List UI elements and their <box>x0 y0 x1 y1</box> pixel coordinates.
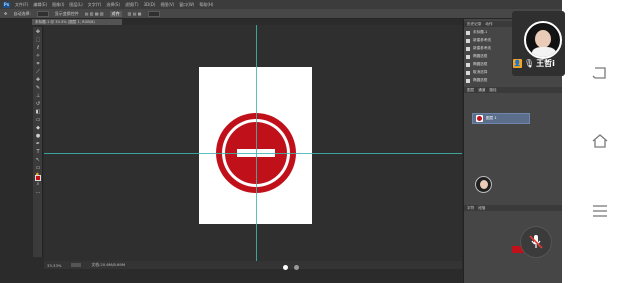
menu-icon[interactable] <box>582 196 618 226</box>
history-brush-icon[interactable]: ↺ <box>34 101 42 108</box>
host-name: 王哲i <box>536 58 555 68</box>
distribute-icons[interactable]: ▥ ▤ ▦ <box>128 11 142 16</box>
zoom-level[interactable]: 33.33% <box>47 263 61 268</box>
history-thumb <box>466 46 470 51</box>
history-thumb <box>466 70 470 75</box>
menu-select[interactable]: 选择(S) <box>106 0 120 9</box>
menu-filter[interactable]: 滤镜(T) <box>125 0 139 9</box>
host-avatar[interactable] <box>524 21 562 59</box>
pen-tool-icon[interactable]: ✒ <box>34 141 42 148</box>
lasso-tool-icon[interactable]: ℓ <box>34 45 42 52</box>
options-bar: ✥ 自动选择: 显示变换控件 ▤ ▥ ▦ ▧ 对齐 ▥ ▤ ▦ <box>0 9 562 19</box>
gradient-tool-icon[interactable]: ▭ <box>34 117 42 124</box>
menu-3d[interactable]: 3D(D) <box>144 0 156 9</box>
host-info-bar: 👤 🎙 王哲i <box>513 57 563 69</box>
auto-select-dropdown[interactable] <box>36 10 49 17</box>
history-thumb <box>466 54 470 59</box>
menu-bar: Ps 文件(F) 编辑(E) 图像(I) 图层(L) 文字(Y) 选择(S) 滤… <box>0 0 562 9</box>
properties-panel-tabs: 字符 段落 <box>464 205 562 211</box>
history-item-label: 椭圆选框 <box>473 62 488 66</box>
tab-channels[interactable]: 通道 <box>478 87 485 93</box>
history-item-label: 未标题-1 <box>473 30 488 34</box>
microphone-muted-icon <box>529 235 543 249</box>
menu-help[interactable]: 帮助(H) <box>199 0 213 9</box>
history-item[interactable]: 椭圆选框 <box>466 77 522 84</box>
horizontal-guide[interactable] <box>44 153 462 154</box>
dodge-tool-icon[interactable]: ● <box>34 133 42 140</box>
left-empty-strip <box>0 19 33 283</box>
document-info: 文档:20.6M/8.69M <box>91 262 126 267</box>
selected-option[interactable]: 对齐 <box>109 10 122 17</box>
menu-layer[interactable]: 图层(L) <box>69 0 82 9</box>
eraser-tool-icon[interactable]: ◧ <box>34 109 42 116</box>
eyedropper-icon[interactable]: ⟋ <box>34 69 42 76</box>
menu-view[interactable]: 视图(V) <box>160 0 174 9</box>
menu-image[interactable]: 图像(I) <box>52 0 64 9</box>
tab-character[interactable]: 字符 <box>467 205 474 211</box>
layer-name: 图层 1 <box>486 116 497 120</box>
photoshop-window: Ps 文件(F) 编辑(E) 图像(I) 图层(L) 文字(Y) 选择(S) 滤… <box>0 0 562 283</box>
tab-paths[interactable]: 路径 <box>489 87 496 93</box>
menu-edit[interactable]: 编辑(E) <box>33 0 47 9</box>
history-item-label: 取消选择 <box>473 70 488 74</box>
blur-tool-icon[interactable]: ◆ <box>34 125 42 132</box>
android-nav-bar <box>582 40 618 250</box>
page-indicator <box>283 264 303 270</box>
tab-actions[interactable]: 动作 <box>485 21 492 27</box>
align-icons[interactable]: ▤ ▥ ▦ ▧ <box>85 11 104 16</box>
show-transform-label[interactable]: 显示变换控件 <box>55 11 79 17</box>
tab-paragraph[interactable]: 段落 <box>478 205 485 211</box>
history-thumb <box>466 62 470 67</box>
path-select-icon[interactable]: ↖ <box>34 157 42 164</box>
menu-window[interactable]: 窗口(W) <box>179 0 194 9</box>
shape-tool-icon[interactable]: ▭ <box>34 165 42 172</box>
history-item-label: 椭圆选框 <box>473 78 488 82</box>
status-bar: 33.33% 文档:20.6M/8.69M <box>44 261 462 269</box>
history-item-label: 椭圆选框 <box>473 54 488 58</box>
move-tool-icon[interactable]: ✥ <box>4 11 7 16</box>
mic-toggle-button[interactable] <box>520 226 552 258</box>
vertical-guide[interactable] <box>256 25 257 261</box>
layers-panel-tabs: 图层 通道 路径 <box>464 87 562 93</box>
brush-tool-icon[interactable]: ✎ <box>34 85 42 92</box>
history-item-label: 新建参考线 <box>473 38 491 42</box>
magic-wand-icon[interactable]: ✧ <box>34 53 42 60</box>
viewer-avatar[interactable] <box>475 176 492 193</box>
history-thumb <box>466 30 470 35</box>
tab-layers[interactable]: 图层 <box>467 87 474 93</box>
layer-row-selected[interactable]: 图层 1 <box>472 113 530 124</box>
crop-tool-icon[interactable]: ⌗ <box>34 61 42 68</box>
foreground-color-swatch[interactable] <box>35 175 41 181</box>
more-tools-icon[interactable]: … <box>34 189 42 196</box>
back-icon[interactable] <box>582 58 618 88</box>
options-box[interactable] <box>147 10 160 17</box>
page-dot[interactable] <box>294 264 299 270</box>
user-icon: 👤 <box>513 58 522 68</box>
history-thumb <box>466 38 470 43</box>
move-tool-icon[interactable]: ✥ <box>34 29 42 36</box>
zoom-tool-icon[interactable]: ⌕ <box>34 181 42 188</box>
menu-type[interactable]: 文字(Y) <box>88 0 102 9</box>
marquee-tool-icon[interactable]: ⬚ <box>34 37 42 44</box>
history-item-label: 新建参考线 <box>473 46 491 50</box>
photoshop-logo: Ps <box>3 1 10 8</box>
healing-brush-icon[interactable]: ✚ <box>34 77 42 84</box>
auto-select-label[interactable]: 自动选择: <box>13 11 30 17</box>
home-icon[interactable] <box>582 126 618 156</box>
layer-thumbnail <box>476 115 483 122</box>
microphone-icon: 🎙 <box>524 58 535 68</box>
menu-file[interactable]: 文件(F) <box>15 0 28 9</box>
tools-panel: ✥ ⬚ ℓ ✧ ⌗ ⟋ ✚ ✎ ⊥ ↺ ◧ ▭ ◆ ● ✒ T ↖ ▭ ✋ ⌕ … <box>33 27 43 257</box>
page-dot-active[interactable] <box>283 264 288 270</box>
type-tool-icon[interactable]: T <box>34 149 42 156</box>
tab-history[interactable]: 历史记录 <box>467 21 481 27</box>
history-thumb <box>466 78 470 83</box>
stamp-tool-icon[interactable]: ⊥ <box>34 93 42 100</box>
status-box <box>71 263 82 267</box>
